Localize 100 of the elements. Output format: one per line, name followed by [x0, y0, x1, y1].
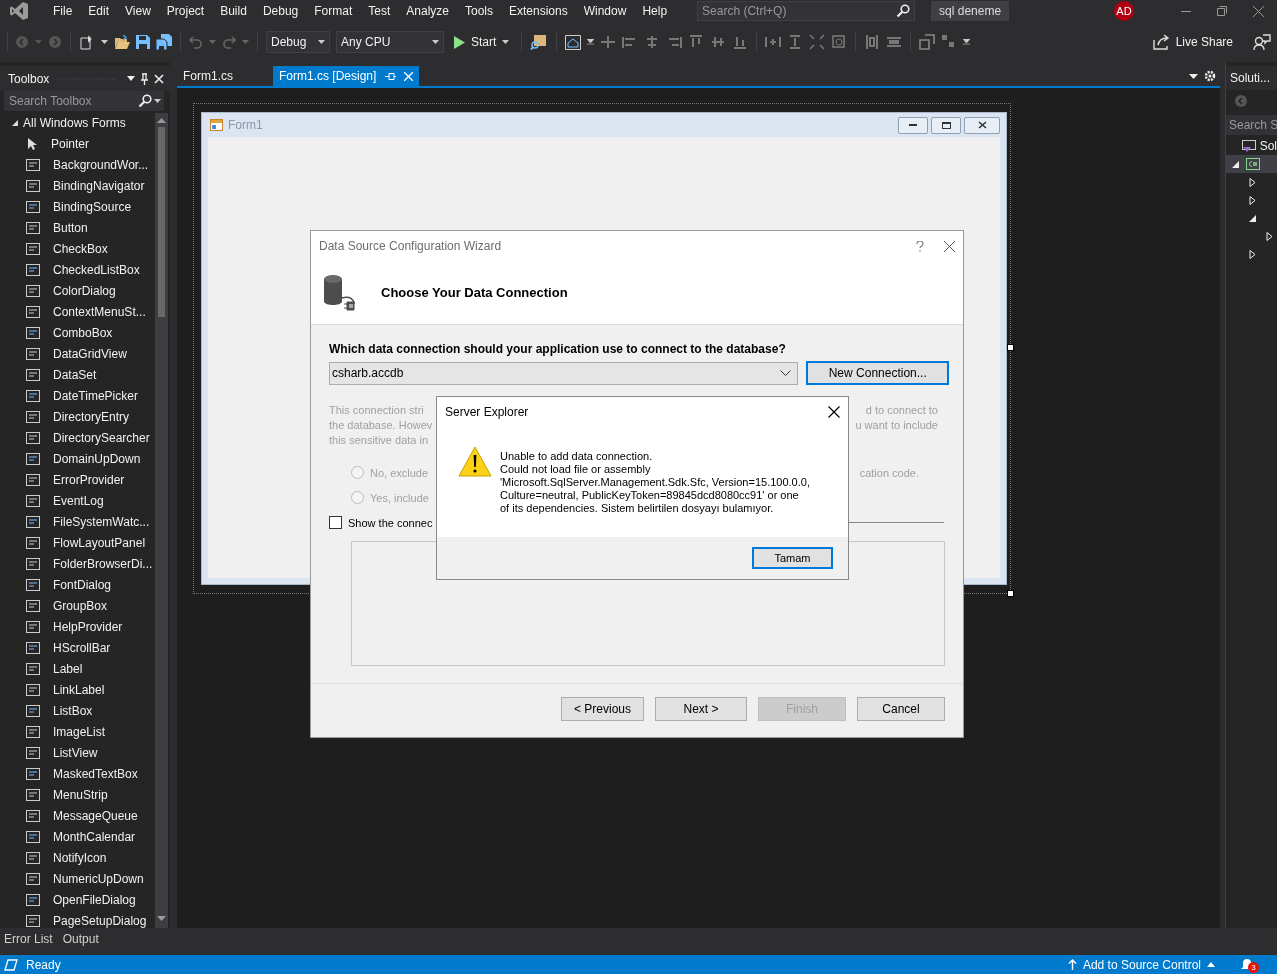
- collapsed-arrow-icon[interactable]: [1266, 231, 1274, 241]
- menu-item[interactable]: Analyze: [398, 1, 457, 21]
- align-icon[interactable]: [765, 34, 782, 50]
- align-icon[interactable]: [600, 34, 617, 50]
- wizard-button[interactable]: < Previous: [561, 696, 644, 721]
- save-all-icon[interactable]: [156, 34, 172, 50]
- toolbox-item[interactable]: HelpProvider: [0, 616, 155, 637]
- search-field[interactable]: Search Toolbox: [9, 91, 136, 111]
- toolbox-item[interactable]: LinkLabel: [0, 679, 155, 700]
- home-icon[interactable]: [565, 34, 582, 50]
- toolbox-item[interactable]: MaskedTextBox: [0, 763, 155, 784]
- toolbox-item[interactable]: DirectorySearcher: [0, 427, 155, 448]
- toolbox-item[interactable]: BindingSource: [0, 196, 155, 217]
- resize-handle[interactable]: [1007, 344, 1014, 351]
- menu-item[interactable]: Tools: [457, 1, 501, 21]
- toolbox-item[interactable]: OpenFileDialog: [0, 889, 155, 910]
- toolbox-group-header[interactable]: All Windows Forms: [0, 113, 155, 133]
- menu-item[interactable]: View: [117, 1, 159, 21]
- panel-tab[interactable]: Error List: [4, 932, 53, 950]
- align-icon[interactable]: [864, 34, 881, 50]
- toolbox-item[interactable]: ListBox: [0, 700, 155, 721]
- toolbox-item[interactable]: Label: [0, 658, 155, 679]
- toolbox-item[interactable]: NumericUpDown: [0, 868, 155, 889]
- align-icon[interactable]: [732, 34, 749, 50]
- toolbox-item[interactable]: EventLog: [0, 490, 155, 511]
- toolbox-item[interactable]: ListView: [0, 742, 155, 763]
- document-tab[interactable]: Form1.cs: [177, 66, 273, 86]
- collapsed-arrow-icon[interactable]: [1249, 249, 1257, 259]
- toolbox-item[interactable]: MessageQueue: [0, 805, 155, 826]
- wizard-button[interactable]: Next >: [655, 696, 747, 721]
- toolbox-item[interactable]: FlowLayoutPanel: [0, 532, 155, 553]
- undo-icon[interactable]: [189, 35, 203, 49]
- toolbox-item[interactable]: CheckBox: [0, 238, 155, 259]
- expanded-arrow-icon[interactable]: [1249, 213, 1257, 223]
- platform-dropdown[interactable]: Any CPU: [336, 31, 444, 53]
- toolbox-item[interactable]: DomainUpDown: [0, 448, 155, 469]
- align-icon[interactable]: [809, 34, 826, 50]
- toolbox-item[interactable]: ImageList: [0, 721, 155, 742]
- connection-dropdown[interactable]: csharb.accdb: [329, 361, 799, 385]
- redo-icon[interactable]: [222, 35, 236, 49]
- toolbox-item[interactable]: MenuStrip: [0, 784, 155, 805]
- menu-item[interactable]: Test: [360, 1, 399, 21]
- menu-item[interactable]: Help: [634, 1, 676, 21]
- wizard-button[interactable]: Cancel: [857, 696, 945, 721]
- expanded-arrow-icon[interactable]: [1232, 159, 1240, 169]
- toolbox-item[interactable]: FolderBrowserDi...: [0, 553, 155, 574]
- tree-item[interactable]: Sol: [1226, 137, 1277, 155]
- search-field[interactable]: Search (Ctrl+Q): [702, 2, 897, 20]
- toolbox-item[interactable]: BackgroundWor...: [0, 154, 155, 175]
- toolbox-item[interactable]: Pointer: [0, 133, 155, 154]
- settings-icon[interactable]: [1204, 70, 1216, 82]
- toolbox-item[interactable]: PageSetupDialog: [0, 910, 155, 928]
- toolbox-item[interactable]: DataGridView: [0, 343, 155, 364]
- collapsed-arrow-icon[interactable]: [1249, 195, 1257, 205]
- feedback-icon[interactable]: [1253, 33, 1271, 51]
- vs-logo-icon[interactable]: [9, 1, 29, 21]
- scrollbar-thumb[interactable]: [158, 127, 165, 317]
- align-icon[interactable]: [710, 34, 727, 50]
- align-icon[interactable]: [831, 34, 848, 50]
- align-icon[interactable]: [886, 34, 903, 50]
- help-icon[interactable]: [916, 240, 924, 252]
- toolbox-item[interactable]: BindingNavigator: [0, 175, 155, 196]
- minimize-button[interactable]: [898, 116, 928, 134]
- tree-item[interactable]: [1226, 155, 1277, 173]
- menu-item[interactable]: Format: [306, 1, 361, 21]
- bring-to-front-icon[interactable]: [919, 34, 936, 50]
- toolbox-item[interactable]: FontDialog: [0, 574, 155, 595]
- configuration-dropdown[interactable]: Debug: [266, 31, 330, 53]
- toolbox-item[interactable]: NotifyIcon: [0, 847, 155, 868]
- open-folder-icon[interactable]: [114, 35, 130, 49]
- new-connection-button[interactable]: New Connection...: [806, 361, 949, 385]
- resize-handle[interactable]: [1007, 590, 1014, 597]
- menu-item[interactable]: Extensions: [501, 1, 576, 21]
- toolbox-item[interactable]: GroupBox: [0, 595, 155, 616]
- toolbox-item[interactable]: Button: [0, 217, 155, 238]
- radio-button[interactable]: [351, 491, 364, 504]
- save-icon[interactable]: [136, 35, 150, 49]
- toolbox-item[interactable]: FileSystemWatc...: [0, 511, 155, 532]
- ok-button[interactable]: Tamam: [752, 547, 833, 569]
- toolbox-item[interactable]: ContextMenuSt...: [0, 301, 155, 322]
- close-icon[interactable]: [828, 405, 840, 418]
- panel-tab[interactable]: Output: [62, 932, 99, 950]
- menu-item[interactable]: File: [45, 1, 81, 21]
- menu-item[interactable]: Window: [575, 1, 635, 21]
- menu-item[interactable]: Project: [158, 1, 213, 21]
- source-control-button[interactable]: Add to Source Control: [1082, 957, 1201, 972]
- toolbox-item[interactable]: DateTimePicker: [0, 385, 155, 406]
- close-icon[interactable]: [944, 240, 955, 252]
- pin-icon[interactable]: [140, 72, 149, 85]
- collapsed-arrow-icon[interactable]: [1249, 177, 1257, 187]
- toolbox-item[interactable]: ErrorProvider: [0, 469, 155, 490]
- toolbox-item[interactable]: DirectoryEntry: [0, 406, 155, 427]
- maximize-button[interactable]: [931, 116, 961, 134]
- close-button[interactable]: [964, 116, 1000, 134]
- toolbox-item[interactable]: CheckedListBox: [0, 259, 155, 280]
- align-icon[interactable]: [666, 34, 683, 50]
- toolbox-item[interactable]: HScrollBar: [0, 637, 155, 658]
- scrollbar[interactable]: [155, 113, 168, 928]
- align-icon[interactable]: [688, 34, 705, 50]
- menu-item[interactable]: Edit: [80, 1, 118, 21]
